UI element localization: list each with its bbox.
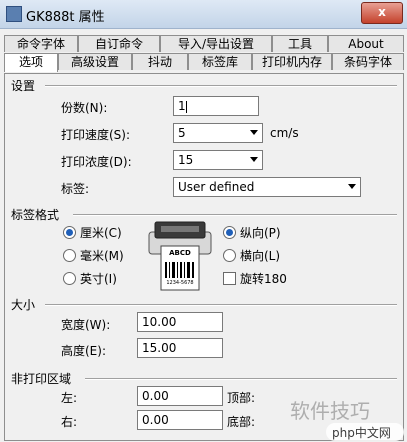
unit-cm-label[interactable]: 厘米(C) bbox=[80, 224, 122, 241]
close-button[interactable]: x bbox=[361, 2, 403, 24]
text-caret bbox=[185, 100, 187, 113]
preview-text: ABCD bbox=[169, 249, 191, 257]
width-label: 宽度(W): bbox=[61, 318, 111, 332]
height-label: 高度(E): bbox=[61, 344, 106, 358]
tab-label-library[interactable]: 标签库 bbox=[188, 53, 252, 70]
unit-mm-radio[interactable] bbox=[63, 249, 76, 262]
tab-options[interactable]: 选项 bbox=[4, 53, 58, 72]
speed-value: 5 bbox=[178, 126, 186, 140]
unit-inch-label[interactable]: 英寸(I) bbox=[80, 270, 117, 287]
tab-tools[interactable]: 工具 bbox=[272, 35, 328, 52]
size-divider bbox=[45, 304, 397, 306]
label-type-label: 标签: bbox=[61, 182, 90, 196]
darkness-label: 打印浓度(D): bbox=[61, 155, 132, 169]
chevron-down-icon bbox=[250, 157, 258, 162]
margin-bottom-label: 底部: bbox=[227, 415, 256, 429]
format-section-title: 标签格式 bbox=[11, 208, 60, 222]
margin-right-label: 右: bbox=[61, 415, 78, 429]
watermark-badge: php中文网 bbox=[326, 423, 404, 441]
tab-about[interactable]: About bbox=[328, 35, 404, 52]
copies-input[interactable]: 1 bbox=[173, 96, 259, 116]
width-input[interactable]: 10.00 bbox=[137, 312, 223, 332]
printer-icon bbox=[6, 6, 22, 22]
watermark-text: 软件技巧 bbox=[290, 399, 370, 423]
nonprint-divider bbox=[85, 378, 397, 380]
margin-right-input[interactable]: 0.00 bbox=[137, 410, 223, 430]
label-preview-image: ABCD 1234-5678 bbox=[147, 218, 213, 292]
margin-top-label: 顶部: bbox=[227, 391, 256, 405]
chevron-down-icon bbox=[348, 184, 356, 189]
orient-landscape-radio[interactable] bbox=[223, 249, 236, 262]
margin-left-input[interactable]: 0.00 bbox=[137, 386, 223, 406]
unit-inch-radio[interactable] bbox=[63, 272, 76, 285]
tab-barcode-font[interactable]: 条码字体 bbox=[332, 53, 404, 70]
chevron-down-icon bbox=[250, 130, 258, 135]
title-bar: GK888t 属性 x bbox=[0, 0, 407, 29]
copies-value: 1 bbox=[178, 99, 186, 113]
speed-label: 打印速度(S): bbox=[61, 128, 131, 142]
format-divider bbox=[73, 214, 397, 216]
label-type-value: User defined bbox=[178, 180, 255, 194]
preview-number: 1234-5678 bbox=[166, 280, 194, 286]
tab-printer-memory[interactable]: 打印机内存 bbox=[252, 53, 332, 70]
properties-dialog: 命令字体 自订命令 导入/导出设置 工具 About 选项 高级设置 抖动 标签… bbox=[0, 29, 407, 442]
label-type-select[interactable]: User defined bbox=[173, 177, 361, 197]
orient-portrait-radio[interactable] bbox=[223, 226, 236, 239]
options-panel: 设置 份数(N): 1 打印速度(S): 5 cm/s 打印浓度(D): 15 … bbox=[4, 73, 404, 441]
unit-cm-radio[interactable] bbox=[63, 226, 76, 239]
watermark-badge-text: php中文网 bbox=[332, 426, 391, 440]
orient-portrait-label[interactable]: 纵向(P) bbox=[240, 224, 281, 241]
margin-left-label: 左: bbox=[61, 391, 78, 405]
unit-mm-label[interactable]: 毫米(M) bbox=[80, 247, 124, 264]
tab-import-export[interactable]: 导入/导出设置 bbox=[160, 35, 272, 52]
copies-label: 份数(N): bbox=[61, 101, 108, 115]
tab-command-font[interactable]: 命令字体 bbox=[4, 35, 78, 52]
window-title: GK888t 属性 bbox=[26, 10, 105, 25]
darkness-select[interactable]: 15 bbox=[173, 150, 263, 170]
settings-divider bbox=[45, 85, 397, 87]
speed-unit: cm/s bbox=[270, 126, 299, 140]
height-input[interactable]: 15.00 bbox=[137, 338, 223, 358]
speed-select[interactable]: 5 bbox=[173, 123, 263, 143]
rotate-180-label[interactable]: 旋转180 bbox=[240, 270, 287, 287]
tab-custom-command[interactable]: 自订命令 bbox=[78, 35, 160, 52]
orient-landscape-label[interactable]: 横向(L) bbox=[240, 247, 280, 264]
settings-section-title: 设置 bbox=[11, 79, 36, 93]
darkness-value: 15 bbox=[178, 153, 194, 167]
tab-advanced[interactable]: 高级设置 bbox=[58, 53, 132, 70]
tab-dithering[interactable]: 抖动 bbox=[132, 53, 188, 70]
rotate-180-checkbox[interactable] bbox=[223, 272, 236, 285]
nonprint-section-title: 非打印区域 bbox=[11, 372, 72, 386]
size-section-title: 大小 bbox=[11, 298, 36, 312]
